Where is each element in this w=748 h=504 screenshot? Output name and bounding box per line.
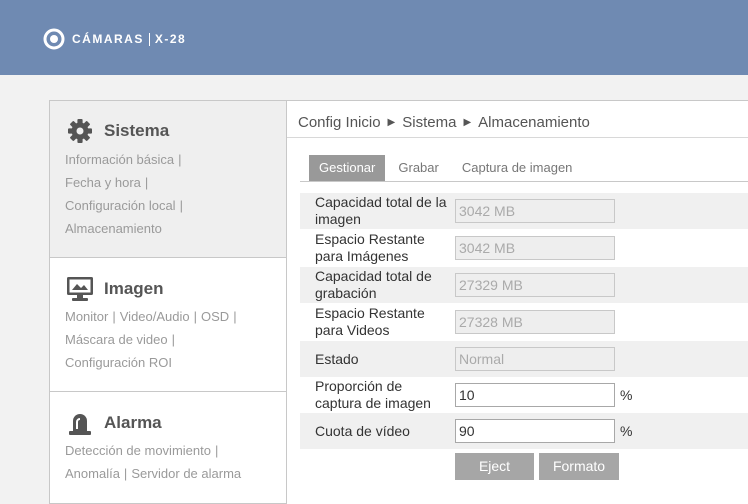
sidebar-link-deteccion-de-movimiento[interactable]: Detección de movimiento	[65, 443, 211, 458]
sidebar-links-alarma: Detección de movimiento | Anomalía | Servid…	[65, 443, 242, 481]
field-label: Capacidad total de grabación	[315, 268, 432, 301]
tab-captura-de-imagen[interactable]: Captura de imagen	[452, 155, 583, 181]
tab-gestionar[interactable]: Gestionar	[309, 155, 386, 181]
sidebar-section-alarma: Alarma Detección de movimiento | Anomalía…	[50, 392, 286, 504]
breadcrumb-arrow-icon: ▶	[463, 117, 472, 128]
breadcrumb: Config Inicio ▶ Sistema ▶ Almacenamiento	[298, 114, 590, 131]
field-label: Estado	[315, 350, 359, 367]
percent-unit: %	[620, 387, 633, 403]
field-row-proporcion-captura: Proporción de captura de imagen %	[300, 377, 748, 413]
sidebar-section-title-alarma[interactable]: Alarma	[66, 409, 162, 437]
monitor-icon	[66, 275, 94, 303]
sidebar-link-configuracion-local[interactable]: Configuración local	[65, 198, 176, 213]
sidebar-link-anomalia[interactable]: Anomalía	[65, 466, 120, 481]
estado-field	[455, 347, 615, 371]
breadcrumb-item-config-inicio[interactable]: Config Inicio	[298, 114, 381, 131]
sidebar-link-fecha-y-hora[interactable]: Fecha y hora	[65, 175, 141, 190]
sidebar: Sistema Información básica | Fecha y hora…	[49, 100, 287, 504]
field-row-estado: Estado	[300, 341, 748, 377]
sidebar-link-mascara-de-video[interactable]: Máscara de video	[65, 332, 168, 347]
sidebar-link-osd[interactable]: OSD	[201, 309, 229, 324]
breadcrumb-item-almacenamiento: Almacenamiento	[478, 114, 590, 131]
sidebar-title-alarma: Alarma	[104, 413, 162, 432]
tab-grabar[interactable]: Grabar	[388, 155, 448, 181]
brand-logo: CÁMARAS X-28	[30, 22, 186, 56]
sidebar-title-sistema: Sistema	[104, 121, 170, 140]
cuota-video-input[interactable]	[455, 419, 615, 443]
field-label: Espacio Restante para Imágenes	[315, 231, 425, 264]
tab-bar: Gestionar Grabar Captura de imagen	[309, 155, 582, 181]
sidebar-section-title-sistema[interactable]: Sistema	[66, 117, 169, 145]
eject-button[interactable]: Eject	[455, 453, 534, 480]
camera-logo-icon	[34, 24, 65, 54]
tab-divider	[300, 181, 748, 182]
sidebar-section-title-imagen[interactable]: Imagen	[66, 275, 164, 303]
sidebar-section-imagen: Imagen Monitor | Video/Audio | OSD | Máscara …	[50, 258, 286, 392]
breadcrumb-arrow-icon: ▶	[387, 117, 396, 128]
sidebar-section-sistema: Sistema Información básica | Fecha y hora…	[50, 101, 286, 258]
sidebar-link-servidor-de-alarma[interactable]: Servidor de alarma	[131, 466, 241, 481]
format-button[interactable]: Formato	[539, 453, 619, 480]
field-label: Cuota de vídeo	[315, 422, 410, 439]
percent-unit: %	[620, 423, 633, 439]
breadcrumb-divider	[287, 137, 748, 138]
sidebar-link-configuracion-roi[interactable]: Configuración ROI	[65, 355, 172, 370]
breadcrumb-item-sistema[interactable]: Sistema	[402, 114, 456, 131]
sidebar-links-sistema: Información básica | Fecha y hora | Config…	[65, 152, 183, 236]
field-label: Proporción de captura de imagen	[315, 378, 431, 411]
proporcion-captura-input[interactable]	[455, 383, 615, 407]
capacidad-grabacion-field	[455, 273, 615, 297]
top-header: CÁMARAS X-28	[0, 0, 748, 75]
field-row-espacio-imagenes: Espacio Restante para Imágenes	[300, 230, 748, 266]
field-label: Capacidad total de la imagen	[315, 194, 447, 227]
field-label: Espacio Restante para Videos	[315, 305, 425, 338]
field-row-cuota-video: Cuota de vídeo %	[300, 413, 748, 449]
brand-divider	[148, 32, 150, 46]
siren-icon	[66, 409, 94, 437]
sidebar-link-monitor[interactable]: Monitor	[65, 309, 108, 324]
gear-icon	[66, 117, 94, 145]
sidebar-links-imagen: Monitor | Video/Audio | OSD | Máscara de vide…	[65, 309, 237, 370]
brand-name: CÁMARAS	[72, 32, 144, 46]
field-row-capacidad-imagen: Capacidad total de la imagen	[300, 193, 748, 229]
espacio-videos-field	[455, 310, 615, 334]
sidebar-link-almacenamiento[interactable]: Almacenamiento	[65, 221, 162, 236]
capacidad-imagen-field	[455, 199, 615, 223]
field-row-espacio-videos: Espacio Restante para Videos	[300, 304, 748, 340]
espacio-imagenes-field	[455, 236, 615, 260]
sidebar-link-informacion-basica[interactable]: Información básica	[65, 152, 174, 167]
main-panel: Config Inicio ▶ Sistema ▶ Almacenamiento…	[287, 100, 748, 504]
sidebar-title-imagen: Imagen	[104, 279, 164, 298]
brand-model: X-28	[154, 32, 187, 46]
field-row-capacidad-grabacion: Capacidad total de grabación	[300, 267, 748, 303]
sidebar-link-video-audio[interactable]: Video/Audio	[120, 309, 190, 324]
